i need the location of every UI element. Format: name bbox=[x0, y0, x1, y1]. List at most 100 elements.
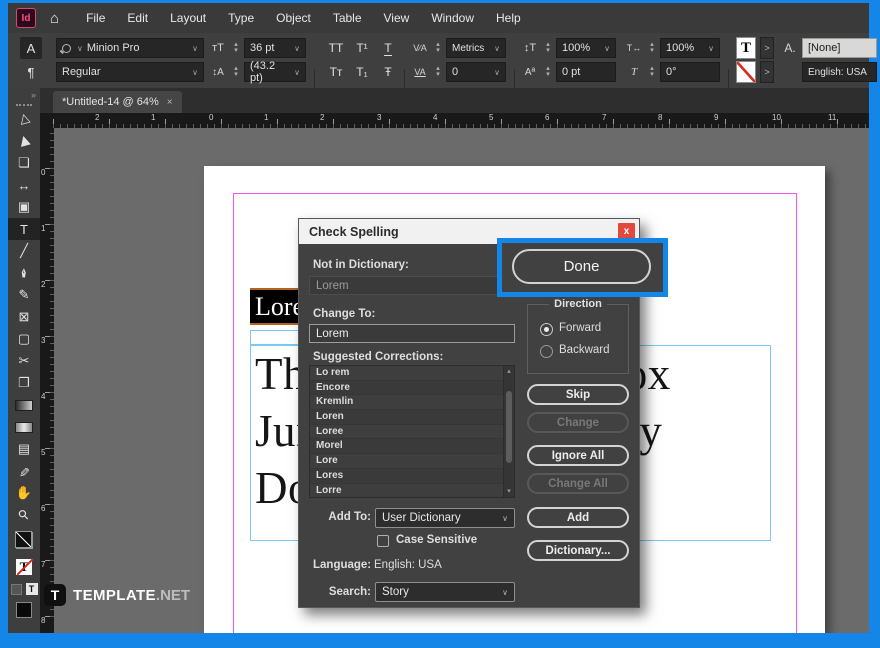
language-combo[interactable]: English: USA bbox=[802, 62, 877, 82]
suggestion-item[interactable]: Loree bbox=[310, 425, 514, 440]
panel-drag-handle[interactable] bbox=[8, 101, 40, 108]
strikethrough-button[interactable]: Ŧ bbox=[376, 62, 400, 82]
close-tab-icon[interactable]: × bbox=[167, 97, 173, 108]
ignore-all-button[interactable]: Ignore All bbox=[527, 445, 629, 466]
panel-collapse-icon[interactable]: » bbox=[8, 88, 40, 101]
font-style-combo[interactable]: Regular ∨ bbox=[56, 62, 204, 82]
direct-selection-tool[interactable]: ▶ bbox=[8, 130, 40, 152]
vertical-ruler[interactable]: 012345678 bbox=[40, 128, 54, 633]
vertical-scale-field[interactable]: 100% ∨ bbox=[556, 38, 616, 58]
suggestions-list[interactable]: Lo remEncoreKremlinLorenLoreeMorelLoreLo… bbox=[309, 365, 515, 498]
skip-button[interactable]: Skip bbox=[527, 384, 629, 405]
screen-mode-button[interactable] bbox=[8, 598, 40, 622]
add-button[interactable]: Add bbox=[527, 507, 629, 528]
menu-item-edit[interactable]: Edit bbox=[116, 3, 159, 33]
line-tool[interactable]: ╱ bbox=[8, 240, 40, 262]
gradient-swatch-tool[interactable] bbox=[8, 394, 40, 416]
skew-field[interactable]: 0° bbox=[660, 62, 720, 82]
free-transform-tool[interactable]: ❐ bbox=[8, 372, 40, 394]
leading-field[interactable]: (43.2 pt) ∨ bbox=[244, 62, 306, 82]
scroll-up-icon[interactable]: ▴ bbox=[504, 366, 514, 377]
search-dropdown[interactable]: Story ∨ bbox=[375, 582, 515, 602]
page-tool[interactable]: ❏ bbox=[8, 152, 40, 174]
rectangle-tool[interactable]: ▢ bbox=[8, 328, 40, 350]
suggestion-item[interactable]: Lorre bbox=[310, 484, 514, 499]
pencil-tool[interactable]: ✎ bbox=[8, 284, 40, 306]
font-size-stepper[interactable]: ▴▾ bbox=[230, 38, 242, 58]
selection-tool[interactable]: ▷ bbox=[8, 108, 40, 130]
stroke-none-swatch[interactable] bbox=[736, 61, 756, 83]
backward-radio[interactable] bbox=[540, 345, 553, 358]
chevron-down-icon[interactable]: ∨ bbox=[290, 44, 300, 53]
note-tool[interactable]: ▤ bbox=[8, 438, 40, 460]
chevron-down-icon[interactable]: ∨ bbox=[490, 44, 500, 53]
scroll-down-icon[interactable]: ▾ bbox=[504, 486, 514, 497]
frame-tool[interactable]: ⊠ bbox=[8, 306, 40, 328]
paragraph-formatting-button[interactable]: ¶ bbox=[20, 61, 42, 83]
pen-tool[interactable]: ✒ bbox=[8, 262, 40, 284]
baseline-shift-field[interactable]: 0 pt bbox=[556, 62, 616, 82]
character-formatting-button[interactable]: A bbox=[20, 37, 42, 59]
skew-stepper[interactable]: ▴▾ bbox=[646, 62, 658, 82]
gradient-feather-tool[interactable] bbox=[8, 416, 40, 438]
fill-stroke-swatches[interactable] bbox=[8, 526, 40, 554]
hand-tool[interactable]: ✋ bbox=[8, 482, 40, 504]
dictionary-button[interactable]: Dictionary... bbox=[527, 540, 629, 561]
forward-radio[interactable] bbox=[540, 323, 553, 336]
home-icon[interactable]: ⌂ bbox=[50, 10, 59, 27]
vertical-scale-stepper[interactable]: ▴▾ bbox=[542, 38, 554, 58]
formatting-affects-text-swatch[interactable]: T bbox=[8, 554, 40, 580]
menu-item-object[interactable]: Object bbox=[265, 3, 322, 33]
chevron-down-icon[interactable]: ∨ bbox=[188, 44, 198, 53]
menu-item-type[interactable]: Type bbox=[217, 3, 265, 33]
chevron-down-icon[interactable]: ∨ bbox=[290, 68, 300, 77]
indesign-logo-icon[interactable]: Id bbox=[16, 8, 36, 28]
eyedropper-tool[interactable]: ✐ bbox=[8, 460, 40, 482]
menu-item-view[interactable]: View bbox=[373, 3, 421, 33]
kerning-field[interactable]: Metrics ∨ bbox=[446, 38, 506, 58]
add-to-dropdown[interactable]: User Dictionary ∨ bbox=[375, 508, 515, 528]
suggestion-item[interactable]: Kremlin bbox=[310, 395, 514, 410]
horizontal-ruler[interactable]: 2101234567891011 bbox=[40, 113, 869, 128]
underline-button[interactable]: T bbox=[376, 38, 400, 58]
case-sensitive-checkbox[interactable] bbox=[377, 535, 389, 547]
baseline-shift-stepper[interactable]: ▴▾ bbox=[542, 62, 554, 82]
font-size-field[interactable]: 36 pt ∨ bbox=[244, 38, 306, 58]
gap-tool[interactable]: ↔ bbox=[8, 174, 40, 196]
chevron-down-icon[interactable]: ∨ bbox=[704, 44, 714, 53]
chevron-down-icon[interactable]: ∨ bbox=[490, 68, 500, 77]
horizontal-scale-field[interactable]: 100% ∨ bbox=[660, 38, 720, 58]
tracking-field[interactable]: 0 ∨ bbox=[446, 62, 506, 82]
subscript-button[interactable]: T₁ bbox=[350, 62, 374, 82]
zoom-tool[interactable]: ⚲ bbox=[8, 504, 40, 526]
suggestion-item[interactable]: Lo rem bbox=[310, 366, 514, 381]
scissors-tool[interactable]: ✂ bbox=[8, 350, 40, 372]
horizontal-scale-stepper[interactable]: ▴▾ bbox=[646, 38, 658, 58]
document-tab[interactable]: *Untitled-14 @ 64% × bbox=[53, 91, 182, 113]
menu-item-table[interactable]: Table bbox=[322, 3, 373, 33]
content-collector-tool[interactable]: ▣ bbox=[8, 196, 40, 218]
suggestion-item[interactable]: Encore bbox=[310, 381, 514, 396]
superscript-button[interactable]: T¹ bbox=[350, 38, 374, 58]
done-button[interactable]: Done bbox=[512, 249, 651, 284]
suggestions-scrollbar[interactable]: ▴ ▾ bbox=[503, 366, 514, 497]
fill-color-swatch[interactable]: T bbox=[736, 37, 756, 59]
fill-flyout-button[interactable]: > bbox=[760, 37, 774, 59]
formatting-mini-row[interactable]: T bbox=[8, 580, 40, 598]
tracking-stepper[interactable]: ▴▾ bbox=[432, 62, 444, 82]
menu-item-file[interactable]: File bbox=[75, 3, 116, 33]
small-caps-button[interactable]: Tᴛ bbox=[324, 62, 348, 82]
suggestion-item[interactable]: Lores bbox=[310, 469, 514, 484]
leading-stepper[interactable]: ▴▾ bbox=[230, 62, 242, 82]
change-to-field[interactable]: Lorem bbox=[309, 324, 515, 343]
character-style-combo[interactable]: [None] bbox=[802, 38, 877, 58]
font-family-combo[interactable]: ∨ Minion Pro ∨ bbox=[56, 38, 204, 58]
suggestion-item[interactable]: Morel bbox=[310, 439, 514, 454]
suggestion-item[interactable]: Lore bbox=[310, 454, 514, 469]
chevron-down-icon[interactable]: ∨ bbox=[188, 68, 198, 77]
all-caps-button[interactable]: TT bbox=[324, 38, 348, 58]
scrollbar-thumb[interactable] bbox=[506, 391, 512, 463]
menu-item-layout[interactable]: Layout bbox=[159, 3, 217, 33]
stroke-flyout-button[interactable]: > bbox=[760, 61, 774, 83]
menu-item-help[interactable]: Help bbox=[485, 3, 532, 33]
